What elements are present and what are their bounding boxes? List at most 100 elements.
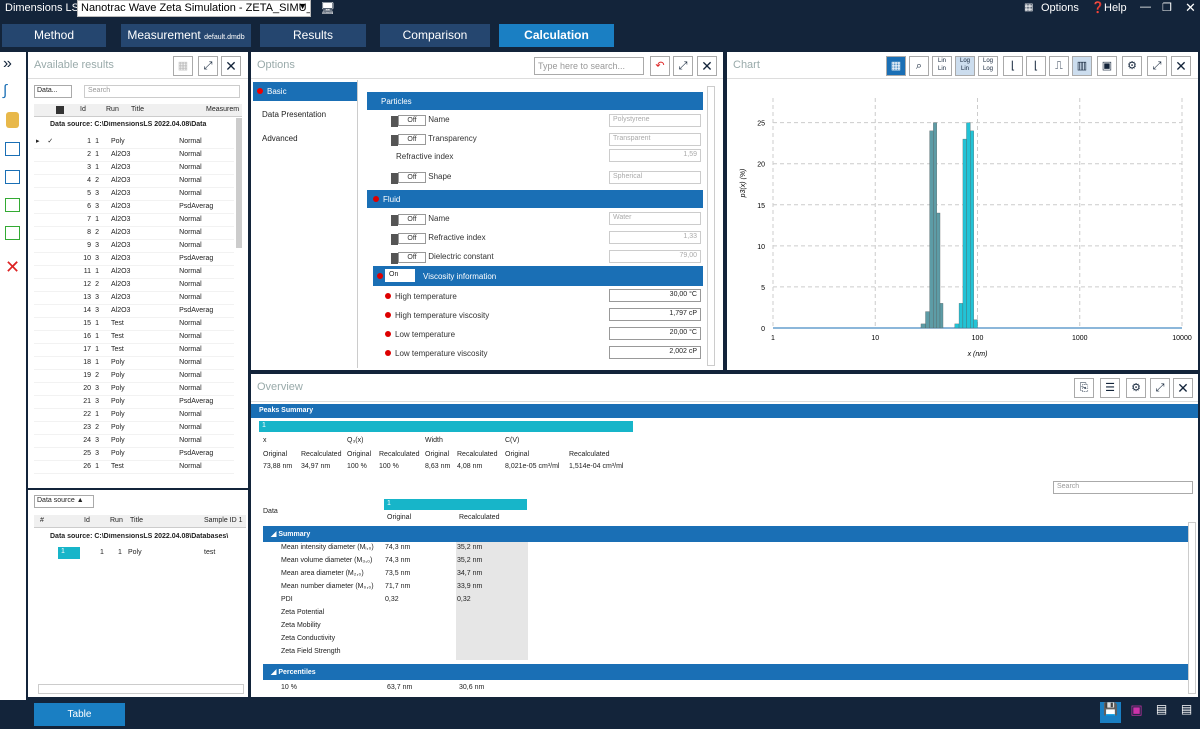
- table-row[interactable]: ▸ ✓ 1 1 Poly Normal: [34, 135, 234, 149]
- tab-data-presentation[interactable]: Data Presentation: [262, 110, 326, 119]
- overview-scrollbar[interactable]: [1188, 522, 1196, 694]
- fluid-name-field[interactable]: Water: [609, 212, 701, 225]
- table-refresh-icon[interactable]: [5, 170, 20, 184]
- group-row[interactable]: Data source: C:\DimensionsLS 2022.04.08\…: [50, 533, 244, 540]
- table-row[interactable]: 18 1 Poly Normal: [34, 356, 234, 370]
- export-table-icon[interactable]: ▤: [1151, 702, 1172, 723]
- table-button[interactable]: Table: [34, 703, 125, 726]
- table-row[interactable]: 6 3 Al2O3 PsdAverag: [34, 200, 234, 214]
- save-as-icon[interactable]: ▣: [1126, 702, 1147, 723]
- table-row[interactable]: 19 2 Poly Normal: [34, 369, 234, 383]
- table-add-icon[interactable]: [5, 198, 20, 212]
- help-menu[interactable]: Help: [1104, 2, 1127, 14]
- close-panel-icon[interactable]: ✕: [221, 56, 241, 76]
- table-row[interactable]: 24 3 Poly Normal: [34, 434, 234, 448]
- col-run[interactable]: Run: [106, 106, 119, 113]
- close-icon[interactable]: ✕: [1185, 0, 1196, 16]
- zoom-icon[interactable]: ⌕: [909, 56, 929, 76]
- high-temp-field[interactable]: 30,00 °C: [609, 289, 701, 302]
- table-row[interactable]: 21 3 Poly PsdAverag: [34, 395, 234, 409]
- low-temp-visc-field[interactable]: 2,002 cP: [609, 346, 701, 359]
- table-row[interactable]: 9 3 Al2O3 Normal: [34, 239, 234, 253]
- shape-select[interactable]: Spherical: [609, 171, 701, 184]
- summary-section[interactable]: ◢ Summary: [263, 526, 1188, 542]
- particles-section[interactable]: Particles: [367, 92, 703, 110]
- bar-chart-icon[interactable]: ▥: [1072, 56, 1092, 76]
- restore-icon[interactable]: ❐: [1162, 1, 1172, 14]
- expand-icon[interactable]: »: [3, 55, 12, 73]
- grid-icon[interactable]: ▦: [886, 56, 906, 76]
- grid-icon[interactable]: ▦: [173, 56, 193, 76]
- table-row[interactable]: 12 2 Al2O3 Normal: [34, 278, 234, 292]
- h-scrollbar[interactable]: [38, 684, 244, 694]
- options-menu[interactable]: Options: [1041, 2, 1079, 14]
- table-row[interactable]: 11 1 Al2O3 Normal: [34, 265, 234, 279]
- col-hash[interactable]: #: [40, 517, 44, 524]
- name-toggle[interactable]: Off: [391, 115, 426, 127]
- settings-icon[interactable]: ⚙: [1126, 378, 1146, 398]
- fluid-name-toggle[interactable]: Off: [391, 214, 426, 226]
- particle-name-field[interactable]: Polystyrene: [609, 114, 701, 127]
- table-row[interactable]: 8 2 Al2O3 Normal: [34, 226, 234, 240]
- tab-measurement[interactable]: Measurement default.dmdb: [121, 24, 251, 47]
- delete-icon[interactable]: ✕: [5, 257, 20, 278]
- table-row[interactable]: 15 1 Test Normal: [34, 317, 234, 331]
- transparency-select[interactable]: Transparent: [609, 133, 701, 146]
- shape-toggle[interactable]: Off: [391, 172, 426, 184]
- tab-comparison[interactable]: Comparison: [380, 24, 490, 47]
- close-panel-icon[interactable]: ✕: [697, 56, 717, 76]
- density-icon[interactable]: ⌊: [1026, 56, 1046, 76]
- table-icon[interactable]: [5, 142, 20, 156]
- group-row[interactable]: Data source: C:\DimensionsLS 2022.04.08\…: [50, 121, 240, 128]
- table-row[interactable]: 23 2 Poly Normal: [34, 421, 234, 435]
- col-run[interactable]: Run: [110, 517, 123, 524]
- export-icon[interactable]: ⎘: [1074, 378, 1094, 398]
- maximize-icon[interactable]: ⤢: [198, 56, 218, 76]
- overview-search-input[interactable]: Search: [1053, 481, 1193, 494]
- import-table-icon[interactable]: ▤: [1176, 702, 1197, 723]
- dielectric-toggle[interactable]: Off: [391, 252, 426, 264]
- log-lin-icon[interactable]: Log Lin: [955, 56, 975, 76]
- table-row[interactable]: 7 1 Al2O3 Normal: [34, 213, 234, 227]
- maximize-icon[interactable]: ⤢: [673, 56, 693, 76]
- save-icon[interactable]: 💾: [1100, 702, 1121, 723]
- selected-row[interactable]: 1 1 1 Poly test: [38, 547, 244, 559]
- file-select[interactable]: Nanotrac Wave Zeta Simulation - ZETA_SIM…: [77, 0, 311, 17]
- table-row[interactable]: 22 1 Poly Normal: [34, 408, 234, 422]
- tab-calculation[interactable]: Calculation: [499, 24, 614, 47]
- minimize-icon[interactable]: —: [1140, 1, 1151, 13]
- table-row[interactable]: 10 3 Al2O3 PsdAverag: [34, 252, 234, 266]
- search-input[interactable]: Search: [84, 85, 240, 98]
- col-id[interactable]: Id: [80, 106, 86, 113]
- table-row[interactable]: 3 1 Al2O3 Normal: [34, 161, 234, 175]
- scrollbar[interactable]: [236, 118, 242, 248]
- filter-select[interactable]: Data...: [34, 85, 72, 98]
- settings-icon[interactable]: ⚙: [1122, 56, 1142, 76]
- select-all-checkbox[interactable]: [56, 106, 64, 114]
- table-row[interactable]: 16 1 Test Normal: [34, 330, 234, 344]
- options-scrollbar[interactable]: [707, 86, 715, 366]
- undo-icon[interactable]: ↶: [650, 56, 670, 76]
- datasource-select[interactable]: Data source ▲: [34, 495, 94, 508]
- table-row[interactable]: 20 3 Poly Normal: [34, 382, 234, 396]
- low-temp-field[interactable]: 20,00 °C: [609, 327, 701, 340]
- fluid-ri-toggle[interactable]: Off: [391, 233, 426, 245]
- high-temp-visc-field[interactable]: 1,797 cP: [609, 308, 701, 321]
- chart-icon[interactable]: ∫: [3, 82, 7, 99]
- image-icon[interactable]: ▣: [1097, 56, 1117, 76]
- fluid-ri-field[interactable]: 1,33: [609, 231, 701, 244]
- close-panel-icon[interactable]: ✕: [1173, 378, 1193, 398]
- table-add-row-icon[interactable]: [5, 226, 20, 240]
- particle-ri-field[interactable]: 1,59: [609, 149, 701, 162]
- dielectric-field[interactable]: 79,00: [609, 250, 701, 263]
- tab-method[interactable]: Method: [2, 24, 106, 47]
- viscosity-toggle[interactable]: On: [385, 269, 415, 282]
- col-sample-id[interactable]: Sample ID 1: [204, 517, 243, 524]
- table-row[interactable]: 25 3 Poly PsdAverag: [34, 447, 234, 461]
- fluid-section[interactable]: Fluid: [367, 190, 703, 208]
- col-id[interactable]: Id: [84, 517, 90, 524]
- tab-results[interactable]: Results: [260, 24, 366, 47]
- list-settings-icon[interactable]: ☰: [1100, 378, 1120, 398]
- percentiles-section[interactable]: ◢ Percentiles: [263, 664, 1188, 680]
- tab-basic[interactable]: Basic: [253, 82, 357, 101]
